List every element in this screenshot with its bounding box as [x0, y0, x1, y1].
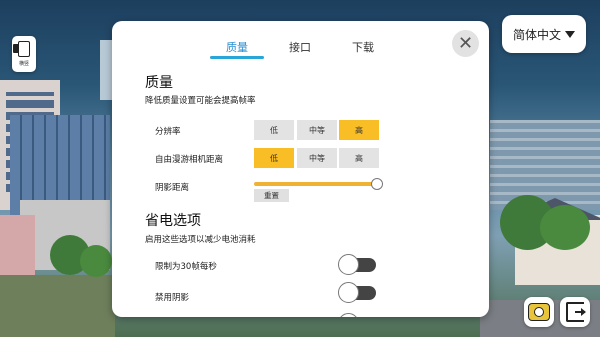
camera-distance-low-button[interactable]: 低 — [254, 148, 294, 168]
shadow-distance-slider[interactable] — [254, 182, 376, 186]
tab-interface[interactable]: 接口 — [289, 39, 311, 55]
language-label: 简体中文 — [512, 27, 561, 42]
resolution-medium-button[interactable]: 中等 — [297, 120, 337, 140]
background-tree — [80, 245, 112, 277]
orientation-button-label: 横竖 — [18, 61, 29, 67]
close-icon: ✕ — [457, 33, 474, 54]
tab-quality[interactable]: 质量 — [226, 39, 248, 55]
camera-distance-label: 自由漫游相机距离 — [155, 155, 224, 165]
rotate-phone-icon — [13, 41, 30, 57]
settings-tabs: 质量 接口 下载 — [112, 21, 489, 61]
camera-icon — [528, 303, 550, 321]
power-section-subtitle: 启用这些选项以减少电池消耗 — [145, 235, 256, 245]
background-building — [490, 120, 600, 210]
close-button[interactable]: ✕ — [452, 30, 479, 57]
background-ground — [0, 275, 115, 337]
shadow-distance-label: 阴影距离 — [155, 183, 190, 193]
camera-distance-medium-button[interactable]: 中等 — [297, 148, 337, 168]
resolution-label: 分辨率 — [155, 127, 181, 137]
toggle-knob — [338, 282, 359, 303]
active-tab-indicator — [210, 56, 264, 59]
settings-panel: 质量 接口 下载 ✕ 质量 降低质量设置可能会提高帧率 分辨率 低 中等 高 自… — [112, 21, 489, 317]
tab-download[interactable]: 下载 — [352, 39, 374, 55]
exit-button[interactable] — [560, 297, 590, 327]
toggle-knob — [338, 313, 359, 317]
shadow-distance-reset-button[interactable]: 重置 — [254, 189, 289, 202]
resolution-high-button[interactable]: 高 — [339, 120, 379, 140]
background-building — [0, 215, 35, 275]
background-tree — [540, 205, 590, 250]
exit-arrow-icon — [575, 308, 586, 316]
orientation-button[interactable]: 横竖 — [12, 36, 36, 72]
shadow-distance-slider-handle[interactable] — [371, 178, 383, 190]
fps-limit-label: 限制为30帧每秒 — [155, 262, 217, 272]
resolution-low-button[interactable]: 低 — [254, 120, 294, 140]
disable-shadows-toggle[interactable] — [338, 282, 376, 303]
disable-shadows-label: 禁用阴影 — [155, 293, 190, 303]
quality-section-subtitle: 降低质量设置可能会提高帧率 — [145, 96, 256, 106]
caret-down-icon — [565, 30, 575, 38]
camera-distance-high-button[interactable]: 高 — [339, 148, 379, 168]
fps-limit-toggle[interactable] — [338, 254, 376, 275]
language-selector[interactable]: 简体中文 — [502, 15, 586, 53]
toggle-knob — [338, 254, 359, 275]
quality-section-title: 质量 — [145, 75, 173, 91]
power-section-title: 省电选项 — [145, 213, 201, 229]
camera-mode-button[interactable] — [524, 297, 554, 327]
